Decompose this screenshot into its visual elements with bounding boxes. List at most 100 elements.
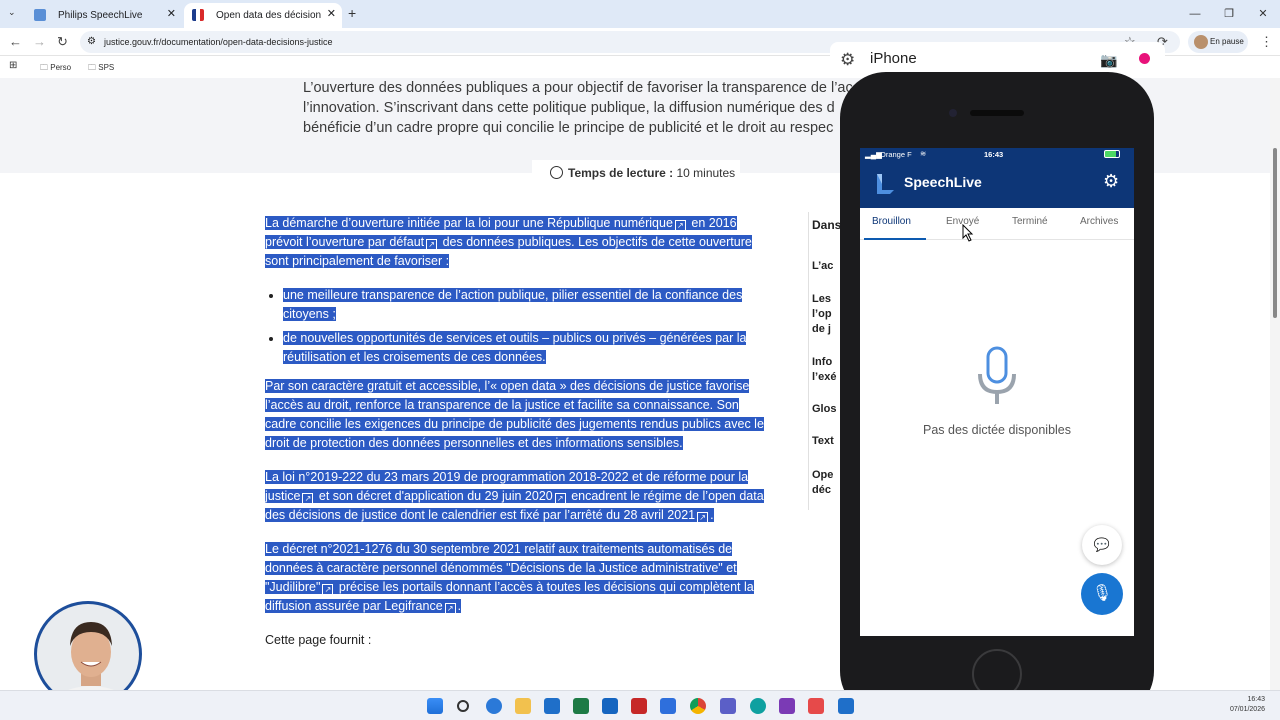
apps-grid-icon[interactable]: ⊞ bbox=[9, 60, 17, 71]
menu-icon[interactable]: ⋮ bbox=[1260, 34, 1273, 50]
external-link-icon[interactable]: ↗ bbox=[554, 493, 566, 504]
justice-favicon-icon bbox=[192, 9, 204, 21]
list-item: une meilleure transparence de l’action p… bbox=[283, 286, 765, 324]
phone-screen: ▂▄▆ Orange F ≋ 16:43 SpeechLive ⚙ Brouil… bbox=[860, 148, 1134, 636]
phone-status-bar: ▂▄▆ Orange F ≋ 16:43 bbox=[860, 148, 1134, 162]
bookmark-folder-perso[interactable]: 🗀 Perso bbox=[40, 62, 71, 76]
reading-time-badge: Temps de lecture : 10 minutes bbox=[532, 160, 740, 186]
app-icon[interactable] bbox=[808, 698, 824, 714]
app-name: SpeechLive bbox=[904, 174, 982, 190]
search-icon[interactable] bbox=[457, 700, 469, 712]
folder-icon: 🗀 bbox=[88, 63, 96, 72]
wifi-icon: ≋ bbox=[920, 149, 927, 158]
minimize-icon[interactable]: — bbox=[1178, 0, 1212, 28]
selected-text: . bbox=[457, 599, 462, 613]
intro-text: L’ouverture des données publiques a pour… bbox=[303, 78, 863, 138]
tab-archives[interactable]: Archives bbox=[1080, 216, 1118, 227]
selected-text: . bbox=[710, 508, 714, 522]
clock-time: 16:43 bbox=[1247, 696, 1265, 703]
selected-text: Par son caractère gratuit et accessible,… bbox=[265, 379, 764, 450]
record-dictation-button[interactable]: 🎙 bbox=[1081, 573, 1123, 615]
chat-button[interactable]: 💬 bbox=[1082, 525, 1122, 565]
selected-text: La démarche d’ouverture initiée par la l… bbox=[265, 216, 673, 230]
bookmark-folder-sps[interactable]: 🗀 SPS bbox=[88, 62, 114, 76]
close-tab-icon[interactable]: ✕ bbox=[327, 7, 336, 20]
close-window-icon[interactable]: ✕ bbox=[1246, 0, 1280, 28]
intro-line: L’ouverture des données publiques a pour… bbox=[303, 80, 853, 96]
camera-icon[interactable]: 📷 bbox=[1100, 52, 1117, 69]
carrier-label: Orange F bbox=[880, 150, 912, 159]
active-tab-indicator bbox=[864, 238, 926, 240]
windows-taskbar: 16:43 07/01/2026 bbox=[0, 690, 1280, 720]
iphone-device: ▂▄▆ Orange F ≋ 16:43 SpeechLive ⚙ Brouil… bbox=[840, 72, 1154, 717]
acrobat-icon[interactable] bbox=[631, 698, 647, 714]
reading-time-label: Temps de lecture : bbox=[568, 166, 674, 180]
article-body: La démarche d’ouverture initiée par la l… bbox=[265, 214, 765, 650]
chat-icon: 💬 bbox=[1093, 537, 1111, 552]
url-text: justice.gouv.fr/documentation/open-data-… bbox=[104, 37, 333, 47]
paragraph: La démarche d’ouverture initiée par la l… bbox=[265, 214, 765, 271]
bookmark-label: SPS bbox=[98, 63, 115, 72]
onenote-icon[interactable] bbox=[779, 698, 795, 714]
edge-icon[interactable] bbox=[750, 698, 766, 714]
external-link-icon[interactable]: ↗ bbox=[444, 603, 456, 614]
list-item: de nouvelles opportunités de services et… bbox=[283, 329, 765, 367]
mail-icon[interactable] bbox=[660, 698, 676, 714]
system-clock[interactable]: 16:43 07/01/2026 bbox=[1215, 695, 1265, 715]
excel-icon[interactable] bbox=[573, 698, 589, 714]
profile-button[interactable]: En pause bbox=[1188, 31, 1248, 53]
app-settings-icon[interactable]: ⚙ bbox=[1103, 171, 1119, 192]
scrollbar-thumb[interactable] bbox=[1273, 148, 1277, 318]
app-icon[interactable] bbox=[838, 698, 854, 714]
earpiece bbox=[970, 110, 1024, 116]
remote-desktop-icon[interactable] bbox=[544, 698, 560, 714]
settings-gear-icon[interactable]: ⚙ bbox=[840, 50, 855, 70]
microphone-icon bbox=[978, 346, 1016, 404]
external-link-icon[interactable]: ↗ bbox=[322, 584, 334, 595]
external-link-icon[interactable]: ↗ bbox=[302, 493, 314, 504]
back-icon[interactable]: ← bbox=[9, 34, 22, 49]
teams-icon[interactable] bbox=[720, 698, 736, 714]
outlook-icon[interactable] bbox=[602, 698, 618, 714]
browser-tab-open-data[interactable]: Open data des décisions de justi ✕ bbox=[184, 3, 342, 28]
mouse-cursor-icon bbox=[962, 224, 974, 242]
chrome-icon[interactable] bbox=[690, 698, 706, 714]
tab-label: Philips SpeechLive bbox=[58, 10, 143, 21]
paragraph: Le décret n°2021-1276 du 30 septembre 20… bbox=[265, 540, 765, 616]
profile-label: En pause bbox=[1210, 37, 1244, 46]
browser-tab-strip: ⌄ Philips SpeechLive ✕ Open data des déc… bbox=[0, 0, 1280, 28]
reload-icon[interactable]: ↻ bbox=[57, 34, 68, 50]
device-name: iPhone bbox=[870, 50, 917, 67]
record-indicator-icon[interactable] bbox=[1139, 53, 1150, 64]
site-info-icon[interactable]: ⚙ bbox=[87, 31, 96, 53]
new-tab-icon[interactable]: + bbox=[348, 5, 356, 21]
file-explorer-icon[interactable] bbox=[515, 698, 531, 714]
tab-label: Open data des décisions de justi bbox=[216, 10, 321, 21]
intro-line: bénéficie d’un cadre propre qui concilie… bbox=[303, 120, 834, 136]
clock-icon bbox=[550, 166, 563, 179]
forward-icon[interactable]: → bbox=[33, 34, 46, 49]
phone-time: 16:43 bbox=[984, 150, 1004, 159]
external-link-icon[interactable]: ↗ bbox=[426, 239, 438, 250]
selected-text: une meilleure transparence de l’action p… bbox=[283, 288, 743, 321]
external-link-icon[interactable]: ↗ bbox=[697, 512, 709, 523]
paragraph: Cette page fournit : bbox=[265, 633, 372, 647]
page-scrollbar[interactable] bbox=[1270, 78, 1280, 690]
battery-icon bbox=[1104, 150, 1120, 158]
tab-brouillon[interactable]: Brouillon bbox=[872, 216, 911, 227]
start-icon[interactable] bbox=[427, 698, 443, 714]
restore-icon[interactable]: ❐ bbox=[1212, 0, 1246, 28]
microphone-icon: 🎙 bbox=[1091, 585, 1113, 602]
front-camera bbox=[949, 109, 957, 117]
tab-termine[interactable]: Terminé bbox=[1012, 216, 1048, 227]
external-link-icon[interactable]: ↗ bbox=[674, 220, 686, 231]
close-tab-icon[interactable]: ✕ bbox=[167, 7, 176, 20]
bookmark-label: Perso bbox=[50, 63, 72, 72]
task-view-icon[interactable] bbox=[486, 698, 502, 714]
empty-state-message: Pas des dictée disponibles bbox=[922, 423, 1071, 437]
tab-list-chevron-icon[interactable]: ⌄ bbox=[8, 7, 16, 18]
window-controls: — ❐ ✕ bbox=[1178, 0, 1280, 28]
app-tabs: Brouillon Envoyé Terminé Archives bbox=[860, 208, 1134, 240]
objectives-list: une meilleure transparence de l’action p… bbox=[283, 286, 765, 367]
browser-tab-speechlive[interactable]: Philips SpeechLive ✕ bbox=[26, 3, 182, 28]
